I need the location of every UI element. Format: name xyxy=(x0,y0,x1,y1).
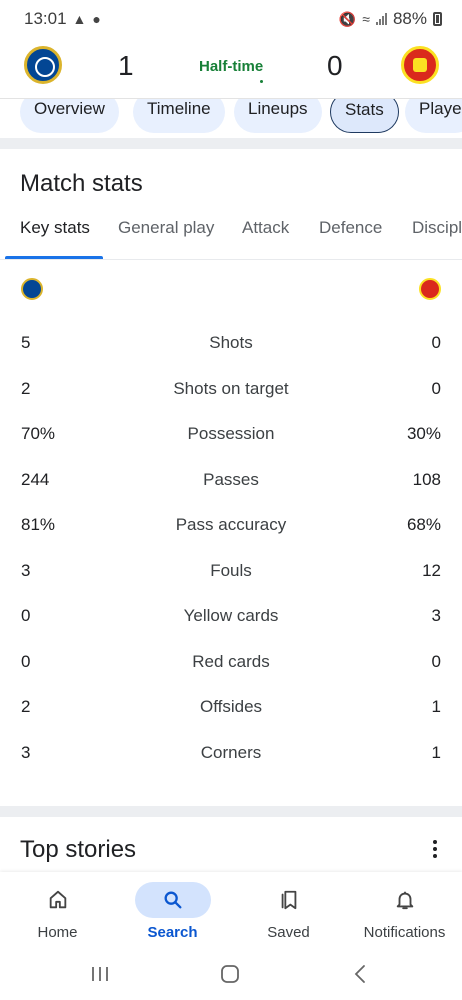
wifi-icon: ≈ xyxy=(362,11,370,27)
home-team-mini-crest-icon xyxy=(21,278,43,300)
back-icon[interactable] xyxy=(348,962,372,986)
stats-subtabs: Key stats General play Attack Defence Di… xyxy=(0,210,462,260)
tab-lineups[interactable]: Lineups xyxy=(234,99,322,133)
battery-icon xyxy=(433,12,442,26)
system-navigation-bar xyxy=(0,950,462,1000)
subtab-discipline[interactable]: Discipl xyxy=(412,218,462,238)
active-subtab-indicator xyxy=(5,256,103,259)
stat-away-value: 3 xyxy=(431,606,441,625)
stat-away-value: 0 xyxy=(431,378,441,398)
top-stories-title: Top stories xyxy=(20,836,137,863)
home-icon xyxy=(20,882,96,918)
subtab-attack[interactable]: Attack xyxy=(242,218,289,238)
nav-saved[interactable]: Saved xyxy=(231,872,346,950)
nav-search[interactable]: Search xyxy=(115,872,230,950)
stat-row-shots: 5 Shots 0 xyxy=(0,321,462,367)
stat-row-yellow-cards: 0 Yellow cards 3 xyxy=(0,594,462,640)
nav-home[interactable]: Home xyxy=(0,872,115,950)
live-dot-icon xyxy=(260,80,263,83)
bell-icon xyxy=(367,882,443,918)
bottom-navigation: Home Search Saved Notifications xyxy=(0,872,462,950)
stat-row-pass-accuracy: 81% Pass accuracy 68% xyxy=(0,503,462,549)
home-button-icon[interactable] xyxy=(218,962,242,986)
match-status: Half-time xyxy=(199,58,264,75)
stat-label: Fouls xyxy=(210,560,252,580)
stat-away-value: 108 xyxy=(412,469,441,489)
stat-label: Pass accuracy xyxy=(175,515,287,534)
stat-row-shots-on-target: 2 Shots on target 0 xyxy=(0,367,462,413)
subtab-defence[interactable]: Defence xyxy=(319,218,382,238)
mute-icon: 🔇 xyxy=(338,10,357,27)
search-icon xyxy=(134,882,211,918)
status-time: 13:01 xyxy=(24,9,67,28)
tab-timeline[interactable]: Timeline xyxy=(133,99,225,133)
stat-away-value: 68% xyxy=(406,515,441,534)
stat-away-value: 1 xyxy=(431,697,441,716)
nav-notifications-label: Notifications xyxy=(363,924,446,941)
tab-players[interactable]: Playe xyxy=(405,99,462,133)
stat-label: Possession xyxy=(187,424,275,443)
nav-home-label: Home xyxy=(37,924,78,941)
away-team-crest-icon[interactable] xyxy=(401,46,439,84)
nav-search-label: Search xyxy=(147,924,198,941)
stat-label: Shots xyxy=(209,333,253,352)
stat-away-value: 1 xyxy=(431,742,441,762)
stat-row-passes: 244 Passes 108 xyxy=(0,458,462,504)
signal-icon xyxy=(375,13,387,25)
more-options-icon[interactable] xyxy=(431,840,439,858)
subtab-key-stats[interactable]: Key stats xyxy=(20,218,90,238)
score-header: 1 Half-time 0 xyxy=(0,38,462,98)
stat-row-fouls: 3 Fouls 12 xyxy=(0,549,462,595)
stat-away-value: 0 xyxy=(431,651,441,671)
subtab-general-play[interactable]: General play xyxy=(118,218,214,238)
snapchat-icon: ▲ xyxy=(72,11,87,27)
bookmark-icon xyxy=(251,882,327,918)
stat-label: Offsides xyxy=(199,697,263,716)
stat-label: Yellow cards xyxy=(183,606,279,625)
match-tabs: Overview Timeline Lineups Stats Playe xyxy=(0,98,462,136)
stat-label: Shots on target xyxy=(173,378,289,398)
stat-label: Passes xyxy=(203,469,259,489)
battery-percent: 88% xyxy=(392,9,427,28)
status-bar: 13:01 ▲ ● 🔇 ≈ 88% xyxy=(0,0,462,38)
stats-table: 5 Shots 0 2 Shots on target 0 70% Posses… xyxy=(0,321,462,776)
recent-apps-icon[interactable] xyxy=(88,962,112,986)
nav-notifications[interactable]: Notifications xyxy=(347,872,462,950)
stat-row-offsides: 2 Offsides 1 xyxy=(0,685,462,731)
stat-label: Corners xyxy=(200,742,262,762)
section-divider xyxy=(0,806,462,817)
stat-row-red-cards: 0 Red cards 0 xyxy=(0,640,462,686)
away-team-mini-crest-icon xyxy=(419,278,441,300)
stat-away-value: 0 xyxy=(431,333,441,352)
tab-overview[interactable]: Overview xyxy=(20,99,119,133)
stat-away-value: 30% xyxy=(406,424,441,443)
tab-stats[interactable]: Stats xyxy=(330,99,399,133)
home-team-crest-icon[interactable] xyxy=(24,46,62,84)
match-stats-title: Match stats xyxy=(20,170,143,197)
stat-row-corners: 3 Corners 1 xyxy=(0,731,462,777)
stat-row-possession: 70% Possession 30% xyxy=(0,412,462,458)
nav-saved-label: Saved xyxy=(267,924,310,941)
stat-away-value: 12 xyxy=(422,560,441,580)
section-divider xyxy=(0,138,462,149)
stat-label: Red cards xyxy=(192,651,270,671)
away-score: 0 xyxy=(327,50,343,81)
home-score: 1 xyxy=(118,50,134,81)
app-notification-icon: ● xyxy=(92,11,101,27)
